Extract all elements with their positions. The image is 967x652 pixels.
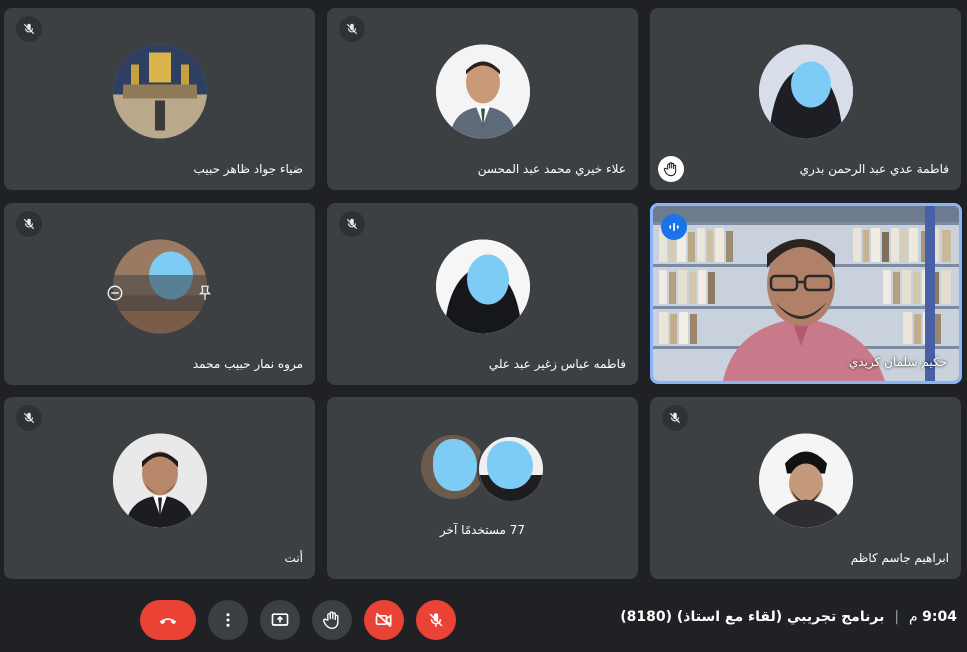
participant-tile-active-speaker[interactable]: حكيم سلمان كريدي [650,203,962,384]
participant-name: ضياء جواد ظاهر حبيب [193,162,303,176]
clock: 9:04 م [909,609,957,625]
avatar [421,435,485,499]
others-count-label: 77 مستخدمًا آخر [439,523,526,537]
mic-off-icon [16,211,42,237]
participant-name: علاء خيري محمد عبد المحسن [477,162,626,176]
participant-name: فاطمه عباس زغير عبد علي [488,357,626,371]
raise-hand-button[interactable] [312,600,352,640]
participant-tile[interactable]: علاء خيري محمد عبد المحسن [327,8,638,190]
participant-name: فاطمة عدي عبد الرحمن بدري [799,162,949,176]
participant-name: مروه نمار حبيب محمد [192,357,303,371]
raised-hand-icon [658,156,684,182]
participant-tile[interactable]: فاطمة عدي عبد الرحمن بدري [650,8,961,190]
participant-name: حكيم سلمان كريدي [848,355,947,369]
avatar [435,44,530,139]
participant-name: أنت [284,551,303,565]
mic-toggle-button[interactable] [416,600,456,640]
hand-icon [322,611,339,630]
participant-tile-self[interactable]: أنت [4,397,315,579]
participant-tile[interactable]: ابراهيم جاسم كاظم [650,397,961,579]
more-options-button[interactable] [208,600,248,640]
mic-off-icon [662,405,688,431]
leave-call-button[interactable] [140,600,196,640]
avatar [112,433,207,528]
mic-off-icon [16,405,42,431]
videocam-off-icon [375,612,392,628]
remove-icon[interactable] [106,284,124,302]
camera-toggle-button[interactable] [364,600,404,640]
participant-name: ابراهيم جاسم كاظم [850,551,949,565]
mic-off-icon [429,613,443,627]
participant-tile[interactable]: مروه نمار حبيب محمد [4,203,315,385]
avatar [758,44,853,139]
mic-off-icon [339,16,365,42]
participant-tile[interactable]: فاطمه عباس زغير عبد علي [327,203,638,385]
meeting-title[interactable]: برنامج تجريبي (لقاء مع استاذ) (8180) [620,609,884,625]
present-screen-button[interactable] [260,600,300,640]
others-tile[interactable]: 77 مستخدمًا آخر [327,397,638,579]
participant-tile[interactable]: ضياء جواد ظاهر حبيب [4,8,315,190]
avatar [758,433,853,528]
avatar [435,239,530,334]
avatar [112,44,207,139]
meeting-details: 9:04 م | برنامج تجريبي (لقاء مع استاذ) (… [620,609,957,625]
more-vert-icon [226,613,230,627]
mic-off-icon [16,16,42,42]
speaking-indicator-icon [661,214,687,240]
separator: | [894,609,900,625]
pin-icon[interactable] [196,284,214,302]
hang-up-icon [159,618,177,625]
mic-off-icon [339,211,365,237]
avatar [477,435,545,503]
present-icon [271,613,289,626]
